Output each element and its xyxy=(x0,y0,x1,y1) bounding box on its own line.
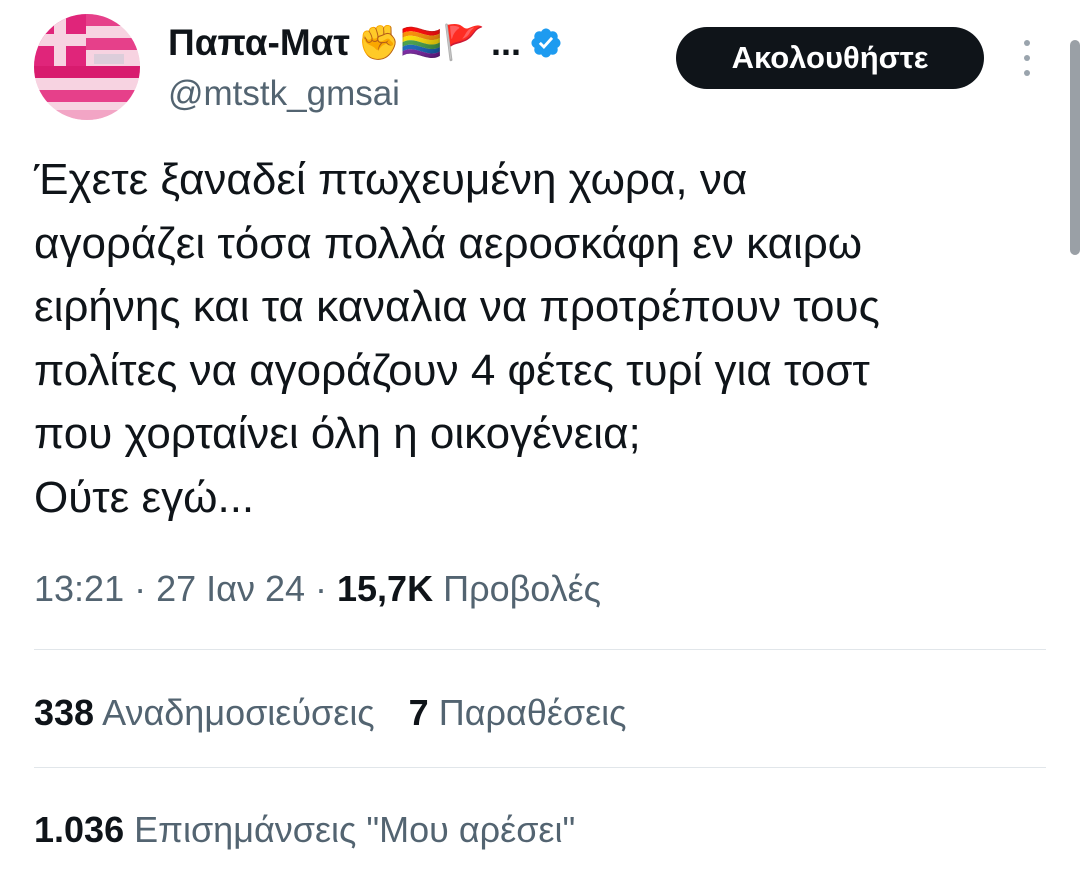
reposts-stat[interactable]: 338 Αναδημοσιεύσεις xyxy=(34,692,375,734)
engagement-stats-row: 338 Αναδημοσιεύσεις 7 Παραθέσεις xyxy=(34,692,661,734)
divider xyxy=(34,649,1046,650)
name-emojis: ✊🏳️‍🌈🚩 xyxy=(357,23,485,63)
meta-separator: · xyxy=(124,568,157,609)
views-label: Προβολές xyxy=(443,568,602,609)
dot xyxy=(1024,70,1030,76)
reposts-count: 338 xyxy=(34,692,95,733)
display-name[interactable]: Παπα-Ματ xyxy=(168,22,350,64)
quotes-stat[interactable]: 7 Παραθέσεις xyxy=(409,692,627,734)
tweet-meta: 13:21 · 27 Ιαν 24 · 15,7K Προβολές xyxy=(34,568,601,610)
follow-button[interactable]: Ακολουθήστε xyxy=(676,27,984,89)
divider xyxy=(34,767,1046,768)
user-handle[interactable]: @mtstk_gmsai xyxy=(168,74,400,114)
more-vertical-icon[interactable] xyxy=(1012,36,1042,80)
dot xyxy=(1024,55,1030,61)
quotes-label: Παραθέσεις xyxy=(438,692,627,733)
avatar[interactable] xyxy=(34,14,140,120)
scrollbar-thumb[interactable] xyxy=(1070,40,1080,255)
name-truncation: ... xyxy=(490,22,521,63)
author-name-row[interactable]: Παπα-Ματ ✊🏳️‍🌈🚩 ... xyxy=(168,20,563,66)
tweet-date[interactable]: 27 Ιαν 24 xyxy=(156,568,305,609)
tweet-time[interactable]: 13:21 xyxy=(34,568,124,609)
meta-separator: · xyxy=(305,568,337,609)
views-count: 15,7K xyxy=(337,568,434,609)
avatar-flag-image xyxy=(34,14,140,120)
quotes-count: 7 xyxy=(408,692,429,733)
likes-stat[interactable]: 1.036 Επισημάνσεις "Μου αρέσει" xyxy=(34,809,575,851)
tweet-detail: Παπα-Ματ ✊🏳️‍🌈🚩 ... @mtstk_gmsai Ακολουθ… xyxy=(0,0,1080,875)
reposts-label: Αναδημοσιεύσεις xyxy=(102,692,375,733)
likes-count: 1.036 xyxy=(34,809,125,850)
likes-label: Επισημάνσεις "Μου αρέσει" xyxy=(134,809,576,850)
verified-badge-icon[interactable] xyxy=(529,26,563,60)
likes-stats-row: 1.036 Επισημάνσεις "Μου αρέσει" xyxy=(34,809,609,851)
tweet-text: Έχετε ξαναδεί πτωχευμένη χωρα, να αγοράζ… xyxy=(34,155,880,522)
dot xyxy=(1024,40,1030,46)
